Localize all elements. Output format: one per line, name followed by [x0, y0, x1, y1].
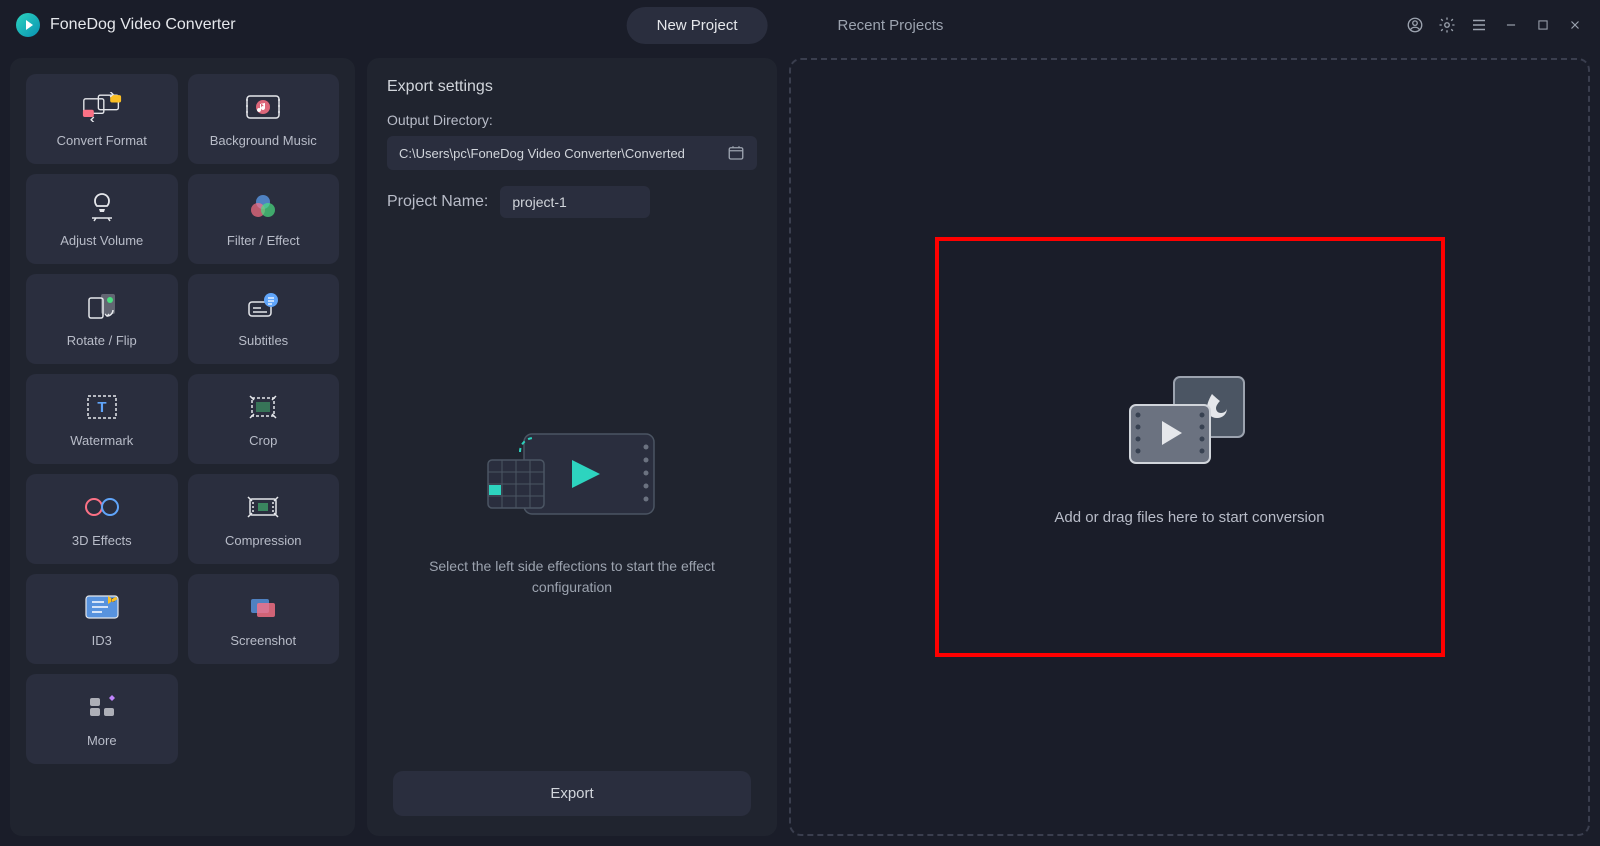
tool-label: Subtitles — [238, 333, 288, 348]
tool-rotate-flip[interactable]: Rotate / Flip — [26, 274, 178, 364]
tool-compression[interactable]: Compression — [188, 474, 340, 564]
drop-zone[interactable]: Add or drag files here to start conversi… — [789, 58, 1590, 836]
screenshot-icon — [243, 591, 283, 623]
tool-label: Convert Format — [57, 133, 147, 148]
app-logo-icon — [16, 13, 40, 37]
compression-icon — [243, 491, 283, 523]
tool-label: Rotate / Flip — [67, 333, 137, 348]
tool-more[interactable]: More — [26, 674, 178, 764]
project-name-input[interactable] — [500, 186, 650, 218]
tool-filter-effect[interactable]: Filter / Effect — [188, 174, 340, 264]
close-button[interactable] — [1566, 16, 1584, 34]
account-icon[interactable] — [1406, 16, 1424, 34]
menu-icon[interactable] — [1470, 16, 1488, 34]
effect-preview-area: Select the left side effections to start… — [387, 238, 757, 771]
background-music-icon — [243, 91, 283, 123]
app-title: FoneDog Video Converter — [50, 16, 236, 34]
convert-format-icon — [82, 91, 122, 123]
tools-panel: Convert Format Background Music Adjust V… — [10, 58, 355, 836]
id3-icon — [82, 591, 122, 623]
tool-label: ID3 — [92, 633, 112, 648]
tool-background-music[interactable]: Background Music — [188, 74, 340, 164]
tool-label: Filter / Effect — [227, 233, 300, 248]
watermark-icon: T — [82, 391, 122, 423]
svg-text:T: T — [97, 399, 106, 416]
maximize-button[interactable] — [1534, 16, 1552, 34]
tool-watermark[interactable]: T Watermark — [26, 374, 178, 464]
output-directory-value: C:\Users\pc\FoneDog Video Converter\Conv… — [399, 146, 685, 161]
output-directory-label: Output Directory: — [387, 112, 757, 128]
browse-folder-icon[interactable] — [727, 144, 745, 162]
tool-id3[interactable]: ID3 — [26, 574, 178, 664]
crop-icon — [243, 391, 283, 423]
tool-label: Crop — [249, 433, 277, 448]
export-button[interactable]: Export — [393, 771, 751, 816]
window-controls — [1406, 16, 1584, 34]
tool-convert-format[interactable]: Convert Format — [26, 74, 178, 164]
tool-subtitles[interactable]: Subtitles — [188, 274, 340, 364]
tool-adjust-volume[interactable]: Adjust Volume — [26, 174, 178, 264]
drop-zone-illustration-icon — [1124, 369, 1254, 469]
tool-label: 3D Effects — [72, 533, 132, 548]
rotate-flip-icon — [82, 291, 122, 323]
tab-recent-projects[interactable]: Recent Projects — [807, 7, 973, 44]
preview-illustration-icon — [472, 412, 672, 532]
tool-3d-effects[interactable]: 3D Effects — [26, 474, 178, 564]
output-directory-field[interactable]: C:\Users\pc\FoneDog Video Converter\Conv… — [387, 136, 757, 170]
subtitles-icon — [243, 291, 283, 323]
settings-icon[interactable] — [1438, 16, 1456, 34]
3d-effects-icon — [82, 491, 122, 523]
export-settings-title: Export settings — [387, 78, 757, 96]
more-icon — [82, 691, 122, 723]
drop-hint-text: Add or drag files here to start conversi… — [1054, 509, 1324, 526]
tool-label: Screenshot — [230, 633, 296, 648]
minimize-button[interactable] — [1502, 16, 1520, 34]
project-name-label: Project Name: — [387, 193, 488, 211]
tool-label: Compression — [225, 533, 302, 548]
export-settings-panel: Export settings Output Directory: C:\Use… — [367, 58, 777, 836]
titlebar: FoneDog Video Converter New Project Rece… — [0, 0, 1600, 50]
filter-effect-icon — [243, 191, 283, 223]
tab-new-project[interactable]: New Project — [627, 7, 768, 44]
top-tabs: New Project Recent Projects — [627, 7, 974, 44]
tool-crop[interactable]: Crop — [188, 374, 340, 464]
tool-screenshot[interactable]: Screenshot — [188, 574, 340, 664]
tool-label: Watermark — [70, 433, 133, 448]
tool-label: Adjust Volume — [60, 233, 143, 248]
preview-hint-text: Select the left side effections to start… — [422, 556, 722, 598]
tool-label: More — [87, 733, 117, 748]
tool-label: Background Music — [210, 133, 317, 148]
adjust-volume-icon — [82, 191, 122, 223]
